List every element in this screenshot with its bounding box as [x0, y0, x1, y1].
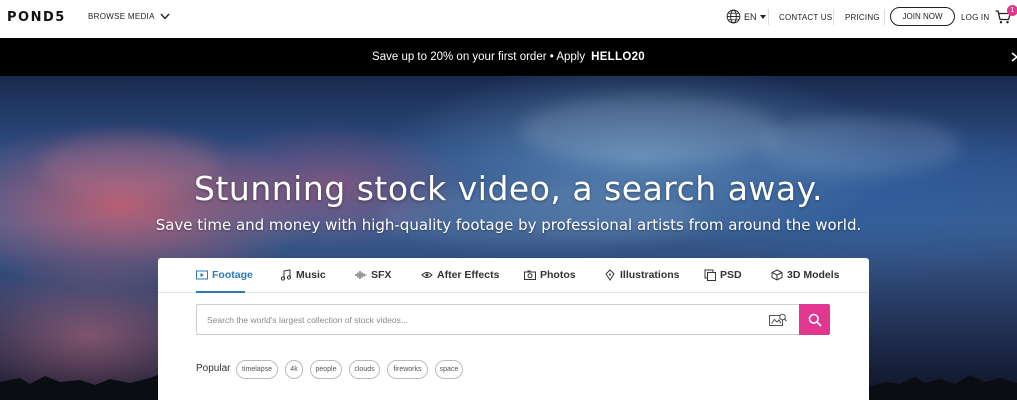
- pond5-logo[interactable]: POND5: [7, 10, 66, 25]
- tab-label: After Effects: [437, 269, 500, 281]
- divider: [884, 9, 885, 25]
- tab-label: Photos: [540, 269, 576, 281]
- tab-label: Footage: [212, 269, 253, 281]
- cart-count-badge: 1: [1007, 5, 1017, 16]
- popular-tag[interactable]: people: [310, 360, 342, 379]
- after-effects-icon: [421, 272, 433, 278]
- tab-music[interactable]: Music: [280, 269, 326, 281]
- search-card: Footage Music SFX After Effects Photos I…: [158, 258, 869, 400]
- pen-nib-icon: [605, 269, 615, 281]
- search-box: [196, 304, 800, 335]
- camera-icon: [524, 270, 536, 280]
- contact-us-link[interactable]: CONTACT US: [779, 13, 832, 22]
- popular-tag[interactable]: 4k: [285, 360, 303, 379]
- media-type-tabs: Footage Music SFX After Effects Photos I…: [158, 258, 869, 293]
- tab-after-effects[interactable]: After Effects: [421, 269, 499, 281]
- log-in-link[interactable]: LOG IN: [961, 13, 989, 22]
- top-header: POND5 BROWSE MEDIA EN CONTACT US PRICING…: [0, 0, 1017, 38]
- hero-headline: Stunning stock video, a search away.: [194, 169, 823, 208]
- tab-label: Illustrations: [620, 269, 680, 281]
- tab-photos[interactable]: Photos: [524, 269, 576, 281]
- tab-psd[interactable]: PSD: [704, 269, 742, 281]
- visual-search-icon[interactable]: [769, 313, 787, 327]
- music-note-icon: [280, 269, 292, 281]
- tab-3d-models[interactable]: 3D Models: [771, 269, 840, 281]
- film-icon: [196, 270, 208, 280]
- cube-icon: [771, 269, 783, 281]
- caret-down-icon: [759, 14, 766, 19]
- browse-media-label: BROWSE MEDIA: [88, 12, 155, 21]
- promo-text: Save up to 20% on your first order • App…: [372, 51, 586, 63]
- pricing-link[interactable]: PRICING: [845, 13, 880, 22]
- psd-icon: [704, 269, 716, 281]
- join-now-button[interactable]: JOIN NOW: [890, 7, 955, 26]
- active-tab-indicator: [196, 291, 245, 293]
- language-code: EN: [744, 11, 757, 22]
- tab-footage[interactable]: Footage: [196, 269, 253, 281]
- tab-sfx[interactable]: SFX: [355, 269, 391, 281]
- browse-media-menu[interactable]: BROWSE MEDIA: [88, 12, 170, 21]
- tab-label: PSD: [720, 269, 742, 281]
- popular-tag[interactable]: space: [435, 360, 463, 379]
- sound-wave-icon: [355, 271, 367, 279]
- search-icon: [808, 313, 822, 327]
- tab-label: SFX: [371, 269, 392, 281]
- search-input[interactable]: [207, 312, 747, 328]
- promo-banner: Save up to 20% on your first order • App…: [0, 38, 1017, 76]
- popular-tag[interactable]: fireworks: [387, 360, 428, 379]
- popular-tag[interactable]: clouds: [349, 360, 380, 379]
- chevron-right-icon[interactable]: [1010, 52, 1017, 62]
- tab-label: 3D Models: [787, 269, 840, 281]
- hero-subheadline: Save time and money with high-quality fo…: [155, 216, 862, 234]
- divider: [768, 9, 769, 25]
- tab-illustrations[interactable]: Illustrations: [604, 269, 680, 281]
- popular-label: Popular: [196, 363, 231, 374]
- search-button[interactable]: [799, 304, 830, 335]
- language-selector[interactable]: EN: [726, 9, 766, 24]
- chevron-down-icon: [160, 13, 170, 20]
- divider: [833, 9, 834, 25]
- promo-code: HELLO20: [591, 51, 645, 63]
- globe-icon: [726, 9, 741, 24]
- tab-label: Music: [296, 269, 326, 281]
- popular-tag[interactable]: timelapse: [236, 360, 278, 379]
